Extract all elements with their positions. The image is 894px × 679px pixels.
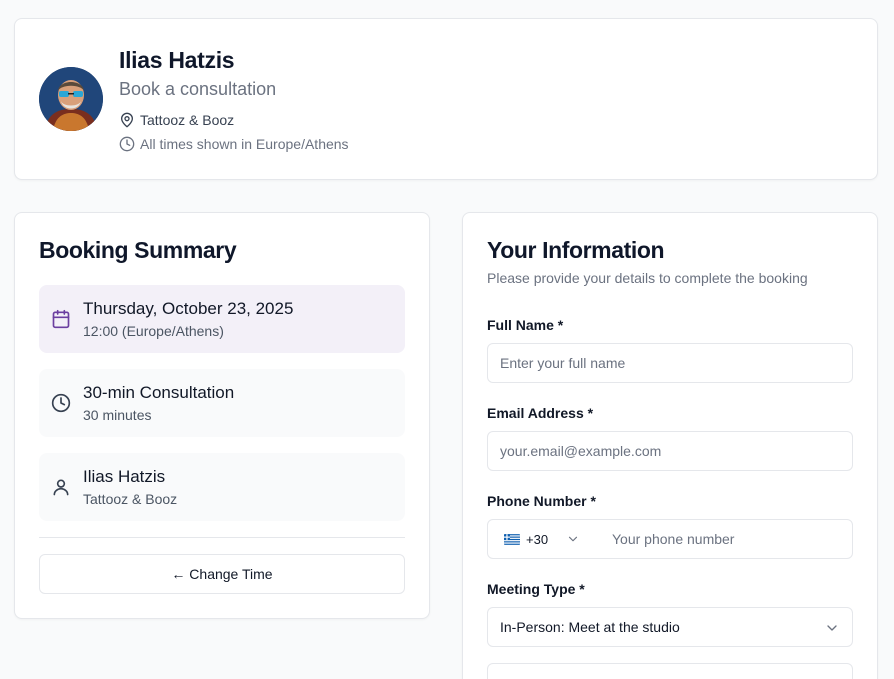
meeting-type-value: In-Person: Meet at the studio <box>500 619 680 635</box>
timezone-note: All times shown in Europe/Athens <box>119 136 349 152</box>
change-time-button[interactable]: ← Change Time <box>39 554 405 594</box>
map-pin-icon <box>121 112 133 128</box>
user-icon <box>53 479 69 496</box>
avatar-portrait-icon <box>39 67 103 131</box>
booking-subtitle: Book a consultation <box>119 79 277 99</box>
calendar-icon <box>52 309 70 329</box>
timezone-text: All times shown in Europe/Athens <box>140 136 349 152</box>
chevron-down-icon <box>827 625 837 631</box>
summary-date: Thursday, October 23, 2025 <box>83 299 294 318</box>
summary-date-item: Thursday, October 23, 2025 12:00 (Europe… <box>39 285 405 353</box>
country-code: +30 <box>526 531 549 547</box>
summary-service-item: 30-min Consultation 30 minutes <box>39 369 405 437</box>
next-field-box[interactable] <box>487 663 853 679</box>
clock-icon <box>51 393 71 413</box>
meeting-type-label: Meeting Type * <box>487 581 585 597</box>
full-name-label: Full Name * <box>487 317 564 333</box>
booking-summary-card: Booking Summary Thursday, October 23, 20… <box>14 212 430 619</box>
phone-label: Phone Number * <box>487 493 596 509</box>
email-label: Email Address * <box>487 405 594 421</box>
summary-host-name: Ilias Hatzis <box>83 467 166 486</box>
summary-divider <box>39 537 405 538</box>
your-information-description: Please provide your details to complete … <box>487 270 808 286</box>
your-information-title: Your Information <box>487 237 665 263</box>
summary-service: 30-min Consultation <box>83 383 235 402</box>
host-location: Tattooz & Booz <box>119 112 234 128</box>
summary-host-location: Tattooz & Booz <box>83 491 178 507</box>
summary-duration: 30 minutes <box>83 407 152 423</box>
greece-flag-icon <box>504 533 520 545</box>
meeting-type-select[interactable]: In-Person: Meet at the studio <box>487 607 853 647</box>
phone-input[interactable] <box>600 520 850 558</box>
chevron-down-icon <box>568 536 578 542</box>
booking-summary-title: Booking Summary <box>39 237 237 263</box>
host-name: Ilias Hatzis <box>119 47 235 73</box>
phone-field: +30 <box>487 519 853 559</box>
host-header-card: Ilias Hatzis Book a consultation Tattooz… <box>14 18 878 180</box>
email-input[interactable] <box>487 431 853 471</box>
host-avatar <box>39 67 103 131</box>
your-information-card: Your Information Please provide your det… <box>462 212 878 679</box>
clock-icon <box>119 136 135 152</box>
full-name-input[interactable] <box>487 343 853 383</box>
summary-time: 12:00 (Europe/Athens) <box>83 323 224 339</box>
location-text: Tattooz & Booz <box>140 112 235 128</box>
country-code-select[interactable]: +30 <box>488 520 598 558</box>
summary-host-item: Ilias Hatzis Tattooz & Booz <box>39 453 405 521</box>
